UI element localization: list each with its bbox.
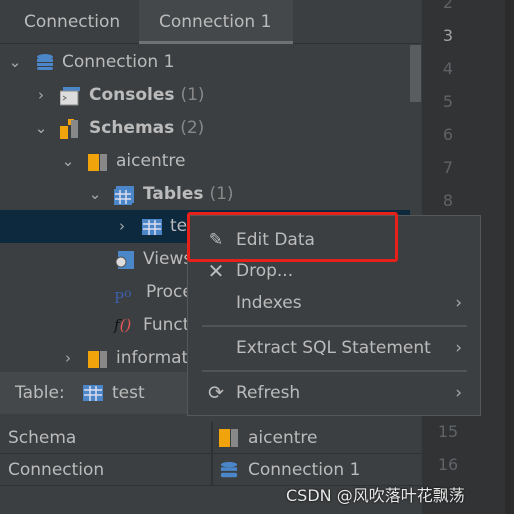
schema-icon: [88, 154, 107, 171]
table-icon: [83, 385, 103, 401]
scrollbar-thumb[interactable]: [410, 45, 421, 102]
chevron-down-icon[interactable]: ⌄: [34, 112, 48, 145]
tab-bar: Connection Connection 1: [0, 0, 422, 44]
line-number: 16: [437, 455, 459, 474]
chevron-down-icon[interactable]: ⌄: [8, 46, 22, 79]
menu-separator: [202, 370, 467, 372]
line-number: 6: [442, 125, 454, 144]
tree-label: Tables (1): [143, 184, 234, 204]
menu-separator: [202, 325, 467, 327]
line-number: 4: [442, 59, 454, 78]
line-number: 2: [442, 0, 454, 12]
chevron-down-icon[interactable]: ⌄: [88, 178, 102, 211]
tab-connection[interactable]: Connection: [4, 0, 140, 44]
chevron-right-icon: ›: [455, 383, 462, 403]
menu-item-refresh[interactable]: ⟳ Refresh ›: [188, 378, 480, 409]
tree-label: Proce: [146, 282, 193, 302]
views-icon: [115, 251, 134, 269]
line-number: 15: [437, 422, 459, 441]
menu-item-indexes[interactable]: Indexes ›: [188, 288, 480, 319]
line-number: 7: [442, 158, 454, 177]
tree-label: Consoles (1): [89, 85, 205, 105]
menu-item-label: Indexes: [236, 293, 302, 313]
menu-item-extract-sql[interactable]: Extract SQL Statement ›: [188, 333, 480, 364]
chevron-right-icon[interactable]: ›: [34, 79, 48, 112]
chevron-right-icon: ›: [455, 338, 462, 358]
highlight-box: [187, 212, 398, 262]
database-icon: [37, 54, 53, 70]
chevron-right-icon[interactable]: ›: [115, 210, 129, 243]
menu-item-label: Extract SQL Statement: [236, 338, 431, 358]
database-icon: [220, 461, 238, 478]
function-icon: f(): [114, 316, 132, 334]
tree-label: aicentre: [116, 151, 186, 171]
chevron-down-icon[interactable]: ⌄: [61, 145, 75, 178]
tree-item-connection[interactable]: ⌄ Connection 1: [0, 46, 410, 79]
refresh-icon: ⟳: [208, 382, 224, 404]
property-key: Schema: [8, 428, 77, 448]
chevron-right-icon: ›: [455, 293, 462, 313]
tree-label: Connection 1: [62, 52, 175, 72]
tables-icon: [114, 186, 134, 205]
chevron-right-icon[interactable]: ›: [61, 342, 75, 375]
tree-label: informat: [116, 348, 189, 368]
tree-label: Funct: [143, 315, 190, 335]
line-number: 5: [442, 92, 454, 111]
tree-item-aicentre[interactable]: ⌄ aicentre: [0, 145, 410, 178]
tab-connection-1[interactable]: Connection 1: [139, 0, 293, 44]
tree-label: te: [170, 216, 188, 236]
schema-icon: [88, 351, 107, 368]
info-header-value: test: [112, 383, 145, 403]
schema-icon: [219, 429, 238, 447]
schemas-icon: [60, 119, 78, 139]
tree-label: Views: [143, 249, 193, 269]
property-value: aicentre: [248, 428, 318, 448]
line-number: 3: [442, 26, 454, 45]
tree-item-tables[interactable]: ⌄ Tables (1): [0, 178, 410, 211]
property-row: Schema aicentre: [0, 422, 422, 454]
line-number: 8: [442, 191, 454, 210]
tree-label: Schemas (2): [89, 118, 205, 138]
tree-item-consoles[interactable]: › Consoles (1): [0, 79, 410, 112]
property-key: Connection: [8, 460, 105, 480]
procedure-icon: Po: [114, 285, 132, 307]
info-header-label: Table:: [15, 383, 65, 403]
menu-item-label: Refresh: [236, 383, 301, 403]
table-icon: [142, 219, 162, 235]
watermark: CSDN @风吹落叶花飘荡: [286, 486, 465, 505]
tree-item-schemas[interactable]: ⌄ Schemas (2): [0, 112, 410, 145]
console-icon: [60, 87, 80, 106]
